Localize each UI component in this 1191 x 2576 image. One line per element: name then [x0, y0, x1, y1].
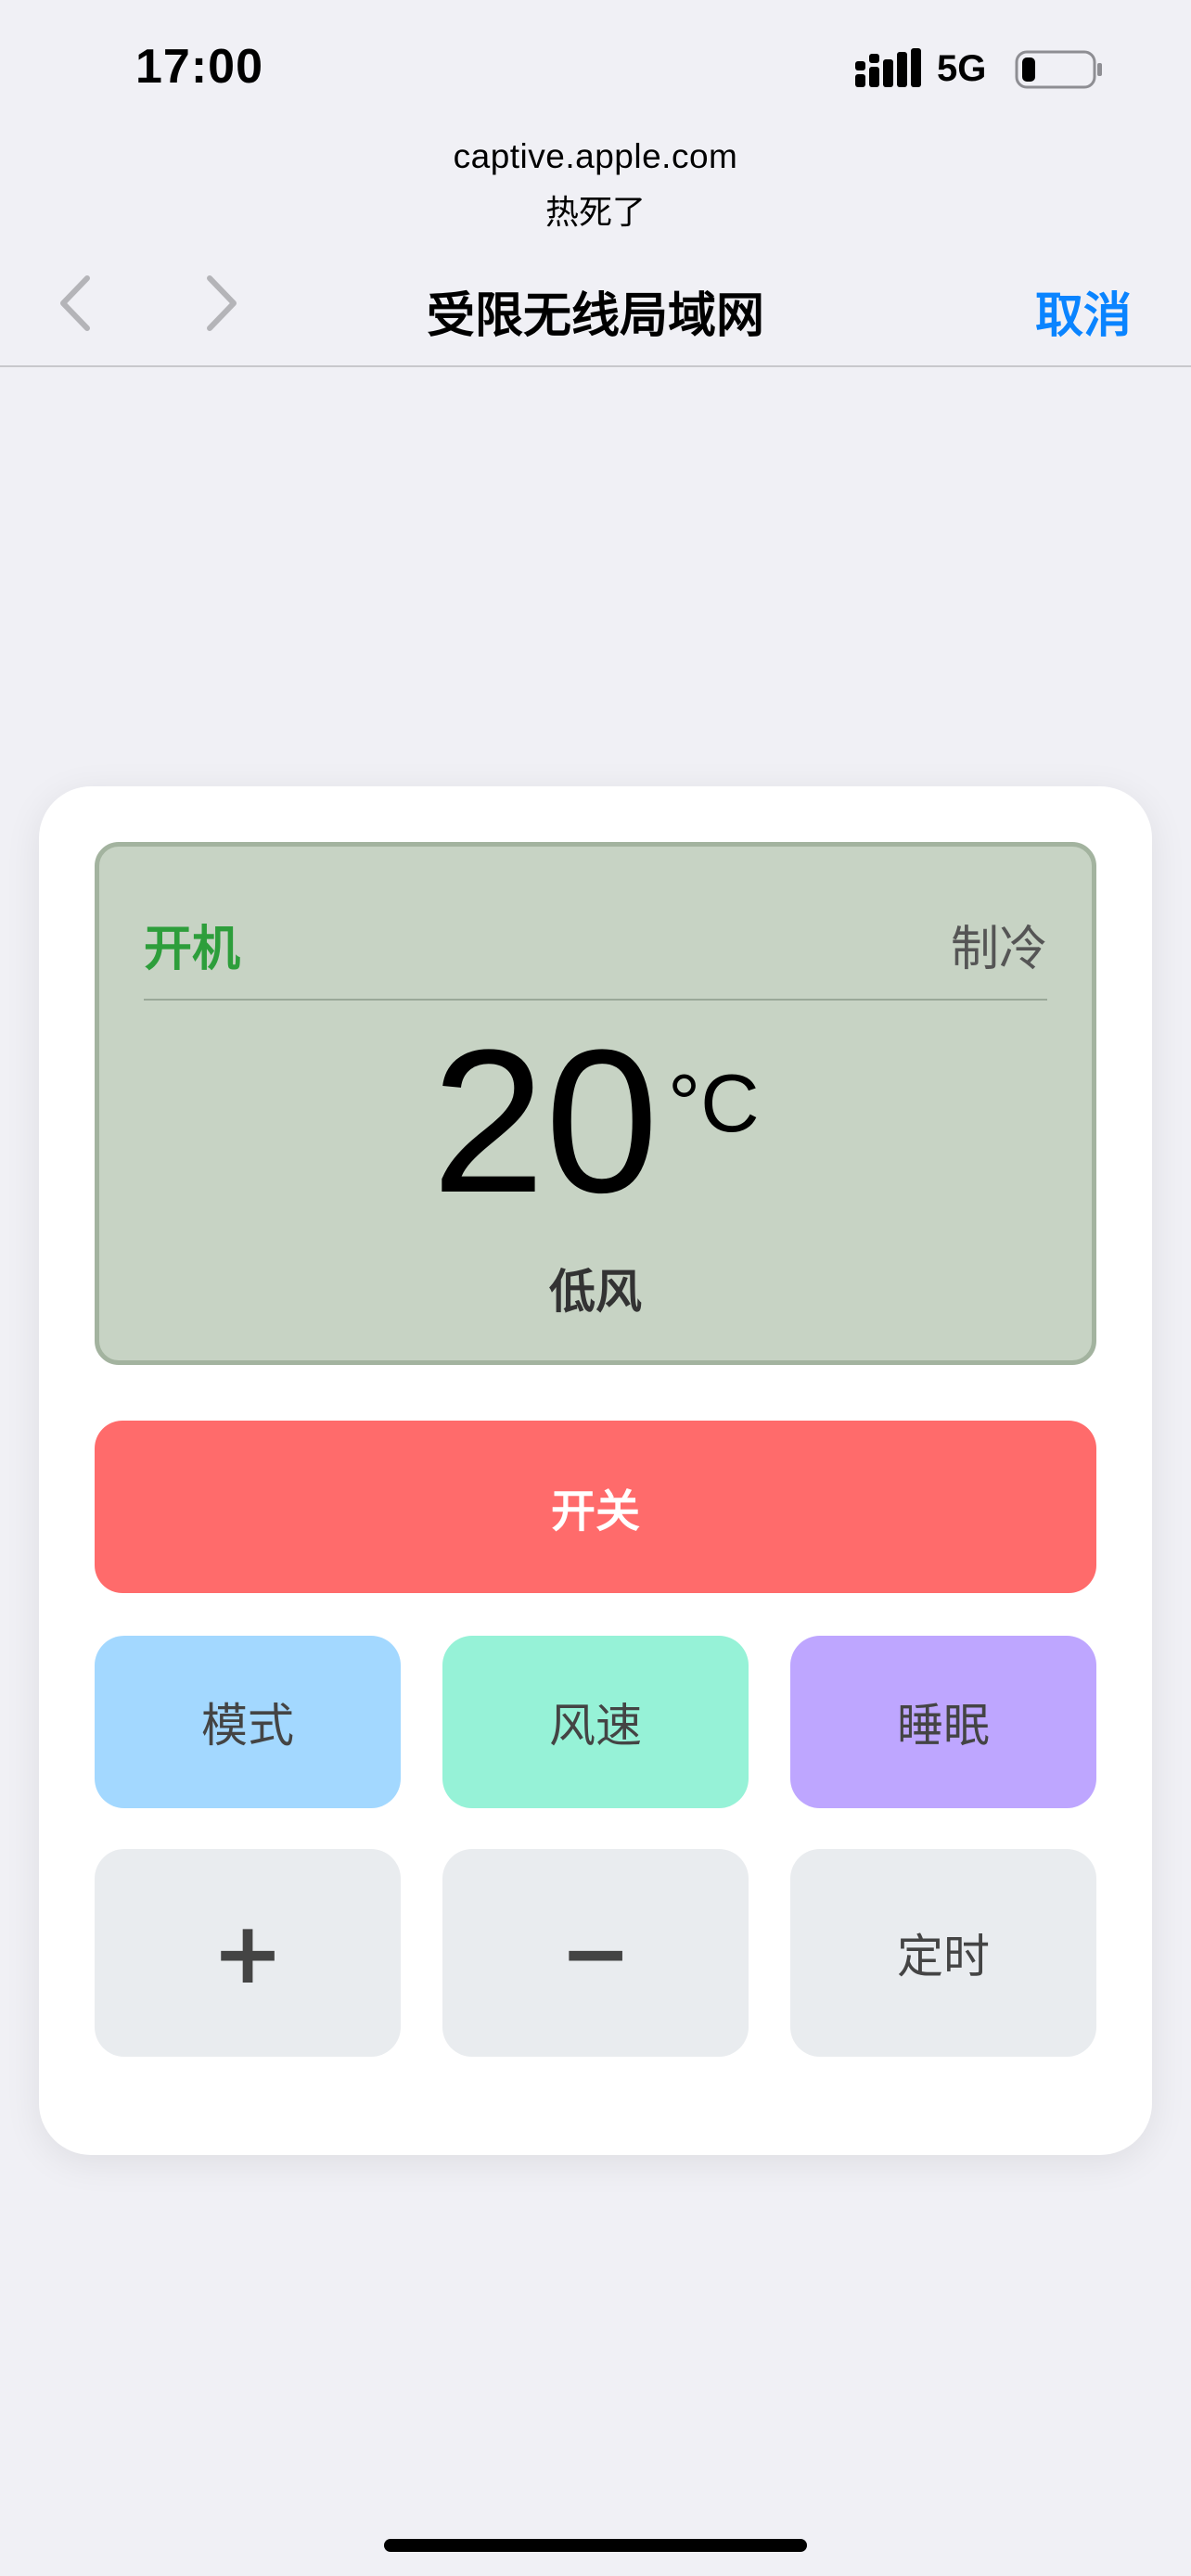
fan-speed-state: 低风 [549, 1265, 642, 1319]
page-title-subtitle: 热死了 [544, 194, 646, 232]
fan-speed-button[interactable]: 风速 [442, 1636, 749, 1808]
cancel-button[interactable]: 取消 [1035, 276, 1132, 346]
captive-url: captive.apple.com [453, 137, 738, 175]
power-state: 开机 [144, 922, 241, 977]
remote-card: 开机 制冷 20 °C 低风 开关 模式 风速 睡眠 + − 定时 [39, 786, 1152, 2155]
temperature-readout: 20 °C [99, 1019, 1092, 1223]
screen: 17:00 5G captive.apple.com 热死了 受限无线局域网 取… [0, 0, 1191, 2576]
power-toggle-button[interactable]: 开关 [95, 1421, 1096, 1593]
mode-state: 制冷 [950, 922, 1047, 977]
battery-icon [1015, 50, 1102, 89]
cellular-signal-icon [855, 48, 921, 87]
sleep-button[interactable]: 睡眠 [790, 1636, 1096, 1808]
nav-title: 受限无线局域网 [426, 288, 764, 344]
temperature-unit: °C [667, 1057, 760, 1149]
temperature-down-button[interactable]: − [442, 1849, 749, 2057]
home-indicator[interactable] [384, 2539, 807, 2552]
status-bar: 17:00 5G [0, 0, 1191, 139]
temperature-up-button[interactable]: + [95, 1849, 401, 2057]
display-divider [144, 999, 1047, 1001]
status-time: 17:00 [135, 40, 263, 94]
navigation-bar: 受限无线局域网 取消 [0, 241, 1191, 367]
ac-display: 开机 制冷 20 °C 低风 [95, 842, 1096, 1365]
temperature-value: 20 [431, 1007, 659, 1235]
network-type: 5G [937, 48, 987, 89]
timer-button[interactable]: 定时 [790, 1849, 1096, 2057]
mode-button[interactable]: 模式 [95, 1636, 401, 1808]
